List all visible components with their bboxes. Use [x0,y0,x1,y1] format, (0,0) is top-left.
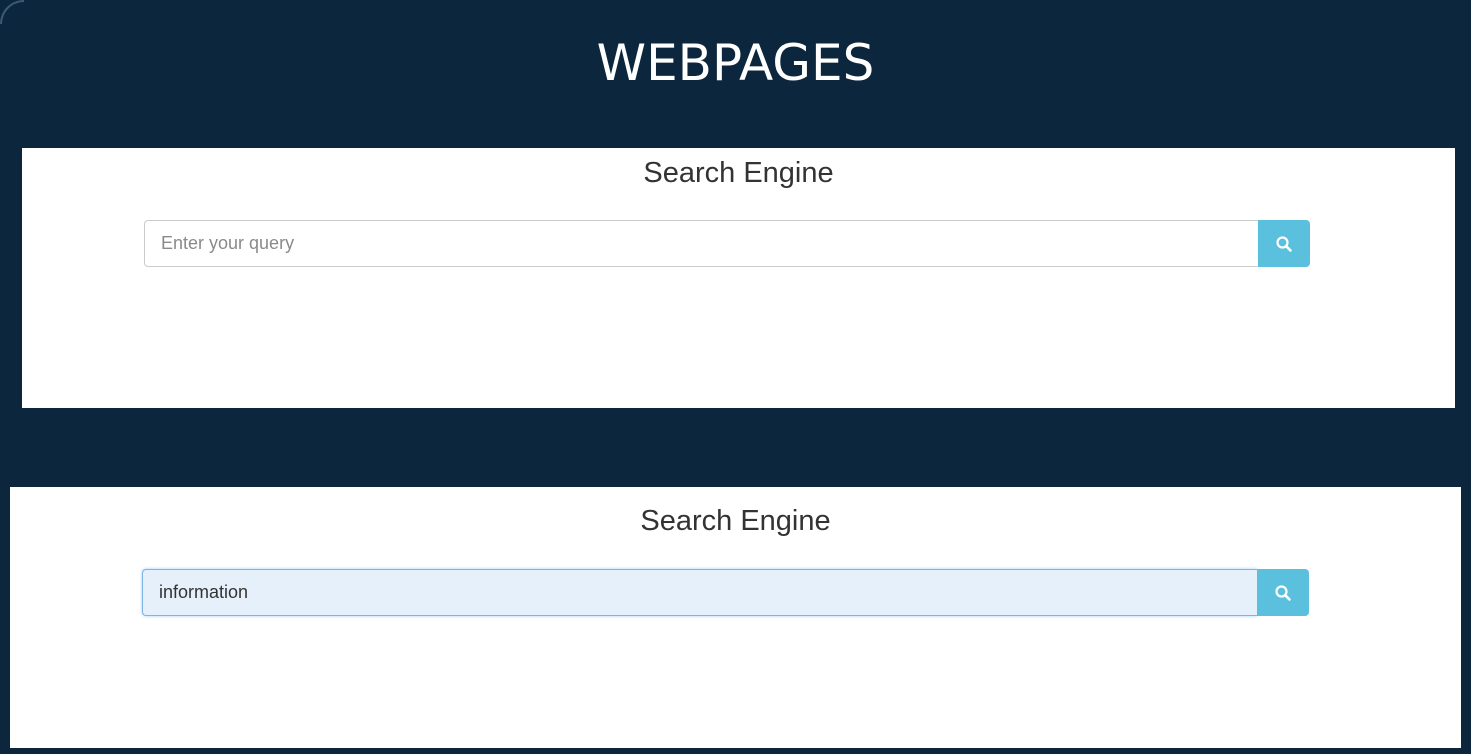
search-icon [1275,584,1291,601]
search-button[interactable] [1257,569,1309,616]
search-bar [144,220,1310,267]
slide-title: WEBPAGES [596,34,875,92]
slide-corner-decoration [0,0,24,24]
search-page-screenshot-empty: Search Engine [22,148,1455,408]
page-title: Search Engine [640,505,831,537]
search-page-screenshot-filled: Search Engine [10,487,1461,748]
page-title: Search Engine [643,157,834,189]
search-input[interactable] [144,220,1258,267]
search-input[interactable] [142,569,1257,616]
search-button[interactable] [1258,220,1310,267]
search-bar [142,569,1309,616]
search-icon [1276,235,1292,252]
